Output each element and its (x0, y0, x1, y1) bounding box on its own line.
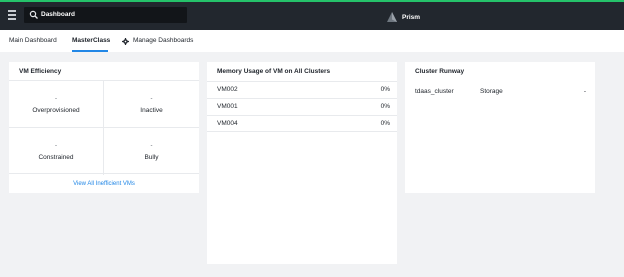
search-icon (29, 10, 38, 19)
cluster-name: tdaas_cluster (415, 88, 454, 95)
table-row[interactable]: VM001 0% (207, 98, 397, 115)
table-row[interactable]: VM002 0% (207, 81, 397, 98)
tab-main-dashboard[interactable]: Main Dashboard (9, 37, 57, 45)
gear-icon (122, 37, 129, 45)
bully-label: Bully (144, 154, 159, 161)
constrained-cell[interactable]: - Constrained (9, 128, 104, 175)
resource-type: Storage (480, 88, 503, 95)
overprovisioned-label: Overprovisioned (32, 107, 80, 114)
search-bar[interactable]: Dashboard (24, 7, 187, 23)
active-tab-indicator (72, 50, 108, 52)
top-bar: Dashboard Prism (0, 0, 624, 30)
widget-title: Cluster Runway (415, 68, 465, 75)
search-input[interactable]: Dashboard (41, 10, 75, 20)
table-row[interactable]: tdaas_cluster Storage - (405, 84, 595, 100)
constrained-count: - (55, 143, 57, 149)
table-row[interactable]: VM004 0% (207, 115, 397, 132)
hamburger-menu-icon[interactable] (8, 10, 16, 20)
vm-name: VM004 (217, 120, 238, 127)
brand-name: Prism (402, 13, 421, 21)
manage-dashboards-label: Manage Dashboards (133, 37, 194, 44)
inactive-cell[interactable]: - Inactive (104, 81, 199, 128)
inactive-label: Inactive (140, 107, 163, 114)
tab-masterclass[interactable]: MasterClass (72, 37, 110, 45)
overprovisioned-cell[interactable]: - Overprovisioned (9, 81, 104, 128)
widget-title: Memory Usage of VM on All Clusters (217, 68, 331, 75)
brand: Prism (386, 11, 420, 23)
cluster-runway-widget: Cluster Runway tdaas_cluster Storage - (405, 62, 595, 193)
memory-usage-value: 0% (380, 86, 390, 93)
vm-name: VM002 (217, 86, 238, 93)
constrained-label: Constrained (38, 154, 74, 161)
memory-usage-value: 0% (380, 103, 390, 110)
memory-usage-widget: Memory Usage of VM on All Clusters VM002… (207, 62, 397, 264)
prism-logo-icon (387, 12, 397, 22)
memory-usage-value: 0% (380, 120, 390, 127)
vm-name: VM001 (217, 103, 238, 110)
overprovisioned-count: - (55, 96, 57, 102)
dashboard-tabs: Main Dashboard MasterClass Manage Dashbo… (0, 30, 624, 52)
runway-value: - (583, 88, 586, 95)
bully-count: - (150, 143, 153, 149)
widget-title: VM Efficiency (19, 68, 62, 75)
efficiency-grid: - Overprovisioned - Inactive - Constrain… (9, 80, 199, 175)
inactive-count: - (150, 96, 153, 102)
bully-cell[interactable]: - Bully (104, 128, 199, 175)
manage-dashboards-button[interactable]: Manage Dashboards (122, 37, 193, 45)
vm-efficiency-widget: VM Efficiency - Overprovisioned - Inacti… (9, 62, 199, 193)
view-all-inefficient-vms-link[interactable]: View All Inefficient VMs (9, 181, 199, 187)
